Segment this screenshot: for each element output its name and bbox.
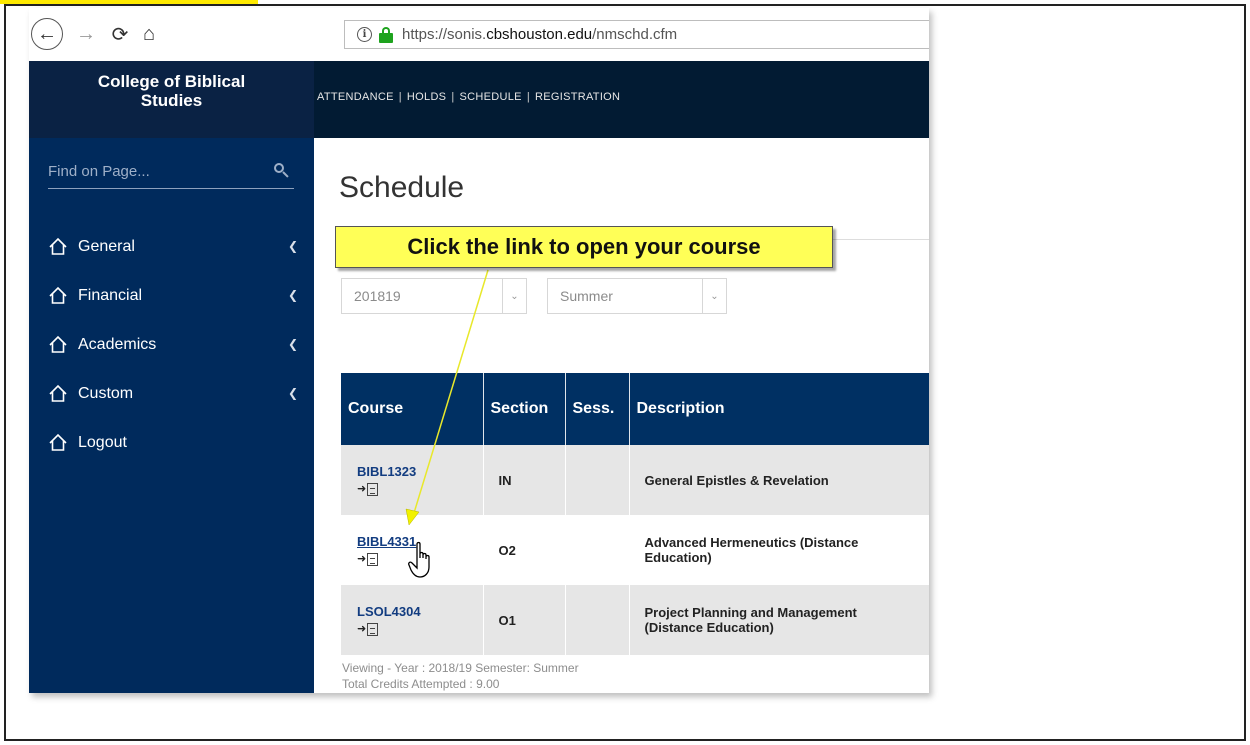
semester-select-value: Summer (560, 288, 613, 304)
sidebar-item-label: Academics (78, 336, 157, 353)
home-icon[interactable]: ⌂ (136, 18, 162, 50)
house-icon (49, 335, 67, 353)
url-prefix: https://sonis. (402, 26, 487, 43)
page-title: Schedule (339, 171, 465, 204)
table-row: BIBL1323 ➜ IN General Epistles & Revelat… (341, 445, 929, 515)
column-header-description: Description (629, 373, 929, 445)
brand-label: College of Biblical Studies (97, 72, 246, 110)
column-header-course: Course (341, 373, 484, 445)
brand-title[interactable]: College of Biblical Studies (29, 61, 314, 138)
total-credits-text: Total Credits Attempted : 9.00 (342, 677, 500, 691)
reload-icon[interactable]: ⟳ (107, 18, 133, 50)
schedule-summary: Viewing - Year : 2018/19 Semester: Summe… (342, 660, 579, 692)
sidebar-item-label: Financial (78, 287, 143, 304)
nav-attendance[interactable]: ATTENDANCE (317, 91, 394, 103)
house-icon (49, 237, 67, 255)
section-cell: IN (483, 445, 566, 515)
browser-window: ← → ⟳ ⌂ i https://sonis. cbshouston.edu/n… (29, 8, 929, 693)
chevron-left-icon: ❮ (287, 337, 298, 351)
nav-separator: | (451, 91, 455, 103)
main-content: Schedule 201819 ⌄ Summer ⌄ Course Sectio… (314, 138, 929, 693)
section-cell: O2 (483, 515, 566, 585)
url-path: /nmschd.cfm (592, 26, 678, 43)
house-icon (49, 433, 67, 451)
info-icon[interactable]: i (357, 27, 372, 42)
chevron-left-icon: ❮ (287, 386, 298, 400)
document-arrow-icon[interactable]: ➜ (357, 481, 468, 496)
sess-cell (565, 445, 630, 515)
description-cell: Project Planning and Management (Distanc… (629, 585, 929, 655)
sidebar-item-custom[interactable]: Custom ❮ (48, 383, 298, 405)
column-header-sess: Sess. (565, 373, 630, 445)
schedule-table: Course Section Sess. Description BIBL132… (341, 373, 929, 655)
highlight-mark (0, 0, 258, 4)
instruction-callout: Click the link to open your course (335, 226, 833, 268)
search-icon[interactable] (274, 163, 290, 179)
viewing-text: Viewing - Year : 2018/19 Semester: Summe… (342, 661, 579, 675)
address-bar[interactable]: i https://sonis. cbshouston.edu/nmschd.cf… (344, 20, 929, 49)
sess-cell (565, 585, 630, 655)
sidebar-item-financial[interactable]: Financial ❮ (48, 285, 298, 307)
app-header: College of Biblical Studies ATTENDANCE |… (29, 61, 929, 138)
browser-toolbar: ← → ⟳ ⌂ i https://sonis. cbshouston.edu/n… (29, 8, 929, 61)
sidebar-item-label: Logout (78, 434, 127, 451)
house-icon (49, 286, 67, 304)
nav-holds[interactable]: HOLDS (407, 91, 446, 103)
nav-registration[interactable]: REGISTRATION (535, 91, 620, 103)
year-select-value: 201819 (354, 288, 401, 304)
sidebar: General ❮ Financial ❮ Academics ❮ Custom… (29, 138, 314, 693)
section-cell: O1 (483, 585, 566, 655)
top-nav: ATTENDANCE | HOLDS | SCHEDULE | REGISTRA… (317, 91, 620, 103)
sidebar-item-general[interactable]: General ❮ (48, 236, 298, 258)
sess-cell (565, 515, 630, 585)
year-select[interactable]: 201819 ⌄ (341, 278, 527, 314)
forward-arrow-icon[interactable]: → (73, 18, 99, 50)
table-header-row: Course Section Sess. Description (341, 373, 929, 445)
lock-icon[interactable] (379, 26, 393, 43)
chevron-left-icon: ❮ (287, 239, 298, 253)
document-arrow-icon[interactable]: ➜ (357, 621, 468, 636)
nav-schedule[interactable]: SCHEDULE (460, 91, 522, 103)
table-row: LSOL4304 ➜ O1 Project Planning and Manag… (341, 585, 929, 655)
back-arrow-icon[interactable]: ← (31, 18, 63, 50)
course-link[interactable]: LSOL4304 (357, 604, 421, 619)
nav-separator: | (398, 91, 402, 103)
house-icon (49, 384, 67, 402)
course-cell: LSOL4304 ➜ (341, 585, 484, 655)
find-input[interactable] (48, 163, 248, 180)
chevron-left-icon: ❮ (287, 288, 298, 302)
sidebar-item-label: General (78, 238, 135, 255)
chevron-down-icon: ⌄ (702, 279, 726, 313)
nav-separator: | (526, 91, 530, 103)
chevron-down-icon: ⌄ (502, 279, 526, 313)
column-header-section: Section (483, 373, 566, 445)
description-cell: Advanced Hermeneutics (Distance Educatio… (629, 515, 929, 585)
url-domain: cbshouston.edu (486, 26, 593, 43)
hand-cursor-icon (408, 541, 430, 578)
find-on-page (48, 163, 294, 189)
description-cell: General Epistles & Revelation (629, 445, 929, 515)
semester-select[interactable]: Summer ⌄ (547, 278, 727, 314)
sidebar-item-academics[interactable]: Academics ❮ (48, 334, 298, 356)
sidebar-item-label: Custom (78, 385, 134, 402)
sidebar-item-logout[interactable]: Logout (48, 432, 298, 454)
course-cell: BIBL1323 ➜ (341, 445, 484, 515)
course-link[interactable]: BIBL1323 (357, 464, 416, 479)
